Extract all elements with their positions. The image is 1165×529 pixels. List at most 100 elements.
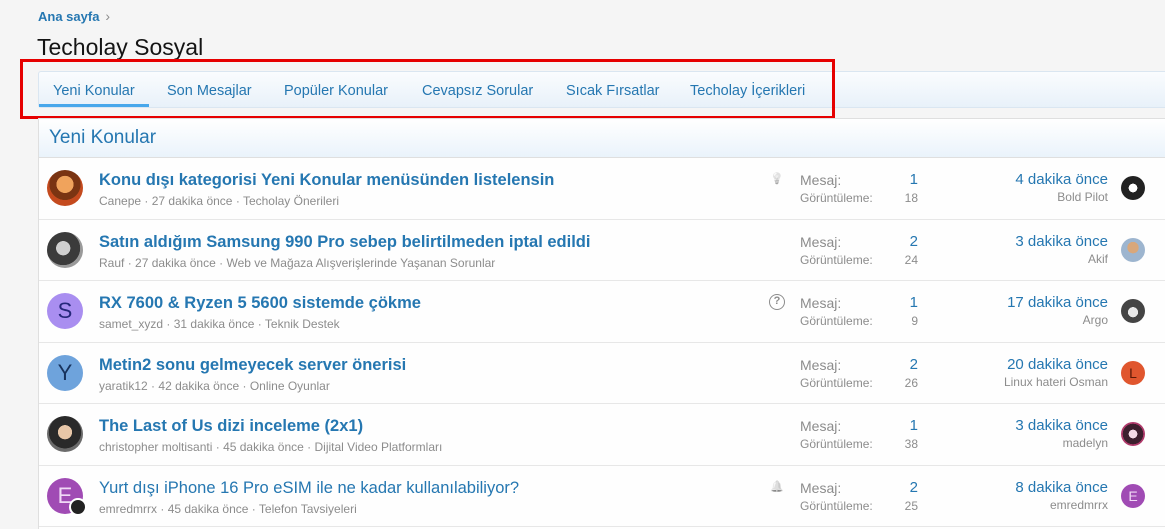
last-post-time-link[interactable]: 17 dakika önce [1007, 294, 1108, 311]
thread-start-time[interactable]: 42 dakika önce [158, 379, 239, 393]
thread-row[interactable]: Y Metin2 sonu gelmeyecek server önerisi … [39, 343, 1165, 404]
author-avatar[interactable] [47, 416, 83, 452]
last-poster-avatar[interactable]: E [1121, 483, 1145, 508]
thread-start-time[interactable]: 45 dakika önce [223, 440, 304, 454]
last-poster-link[interactable]: Akif [1088, 252, 1108, 266]
thread-title-link[interactable]: Yurt dışı iPhone 16 Pro eSIM ile ne kada… [99, 479, 519, 498]
thread-meta: emredmrrx · 45 dakika önce · Telefon Tav… [99, 502, 357, 516]
views-label: Görüntüleme: [800, 191, 873, 205]
replies-count: 1 [909, 294, 918, 311]
meta-separator: · [242, 378, 250, 393]
replies-count: 1 [909, 171, 918, 188]
meta-separator: · [127, 255, 136, 270]
replies-label: Mesaj: [800, 479, 842, 496]
thread-meta: Rauf · 27 dakika önce · Web ve Mağaza Al… [99, 256, 495, 270]
thread-meta: christopher moltisanti · 45 dakika önce … [99, 440, 442, 454]
replies-label: Mesaj: [800, 356, 842, 373]
thread-forum-link[interactable]: Online Oyunlar [250, 379, 330, 393]
thread-title-link[interactable]: Konu dışı kategorisi Yeni Konular menüsü… [99, 171, 554, 190]
last-poster-avatar[interactable] [1121, 299, 1145, 323]
meta-separator: · [251, 501, 259, 516]
thread-author-link[interactable]: emredmrrx [99, 502, 157, 516]
thread-row[interactable]: Konu dışı kategorisi Yeni Konular menüsü… [39, 158, 1165, 220]
last-poster-avatar[interactable] [1121, 176, 1145, 200]
last-poster-link[interactable]: Bold Pilot [1057, 190, 1108, 204]
thread-meta: Canepe · 27 dakika önce · Techolay Öneri… [99, 194, 339, 208]
thread-author-link[interactable]: yaratik12 [99, 379, 148, 393]
last-post-time-link[interactable]: 4 dakika önce [1015, 171, 1108, 188]
avatar-letter: L [1129, 364, 1137, 381]
views-label: Görüntüleme: [800, 498, 873, 513]
thread-start-time[interactable]: 45 dakika önce [168, 502, 249, 516]
meta-separator: · [166, 317, 174, 331]
thread-author-link[interactable]: Rauf [99, 256, 124, 270]
thread-title-link[interactable]: RX 7600 & Ryzen 5 5600 sistemde çökme [99, 294, 421, 313]
replies-count: 1 [909, 417, 918, 434]
replies-label: Mesaj: [800, 233, 842, 250]
avatar-letter: E [1128, 487, 1138, 504]
last-poster-avatar[interactable] [1121, 237, 1145, 262]
replies-label: Mesaj: [800, 418, 842, 434]
thread-row[interactable]: The Last of Us dizi inceleme (2x1) chris… [39, 404, 1165, 466]
meta-separator: · [144, 194, 152, 208]
views-count: 18 [904, 191, 918, 205]
chevron-right-icon: › [105, 8, 111, 24]
replies-count: 2 [909, 232, 918, 250]
thread-author-link[interactable]: Canepe [99, 194, 141, 208]
thread-title-link[interactable]: Satın aldığım Samsung 990 Pro sebep beli… [99, 233, 590, 252]
breadcrumb-home-link[interactable]: Ana sayfa [38, 9, 99, 24]
page-title: Techolay Sosyal [37, 34, 204, 60]
replies-count: 2 [909, 478, 918, 496]
thread-forum-link[interactable]: Teknik Destek [265, 317, 340, 331]
thread-forum-link[interactable]: Telefon Tavsiyeleri [259, 502, 357, 516]
author-avatar[interactable]: Y [47, 354, 83, 391]
views-count: 24 [904, 252, 918, 267]
thread-title-link[interactable]: The Last of Us dizi inceleme (2x1) [99, 417, 363, 436]
views-label: Görüntüleme: [800, 437, 873, 451]
meta-separator: · [215, 440, 224, 454]
thread-author-link[interactable]: samet_xyzd [99, 317, 163, 331]
author-avatar[interactable] [47, 170, 83, 206]
thread-list-block: Yeni Konular Konu dışı kategorisi Yeni K… [38, 118, 1165, 529]
breadcrumb: Ana sayfa › [38, 8, 110, 24]
meta-separator: · [257, 317, 265, 331]
last-post-time-link[interactable]: 20 dakika önce [1007, 356, 1108, 373]
question-icon: ? [769, 294, 785, 310]
replies-label: Mesaj: [800, 172, 842, 188]
lightbulb-icon: 💡 [770, 173, 784, 185]
replies-count: 2 [909, 355, 918, 373]
views-count: 26 [904, 375, 918, 390]
thread-start-time[interactable]: 27 dakika önce [135, 256, 216, 270]
last-poster-avatar[interactable] [1121, 422, 1145, 446]
avatar-letter: Y [57, 359, 73, 385]
thread-row[interactable]: S RX 7600 & Ryzen 5 5600 sistemde çökme … [39, 281, 1165, 343]
author-avatar[interactable]: S [47, 293, 83, 329]
thread-row[interactable]: E Yurt dışı iPhone 16 Pro eSIM ile ne ka… [39, 466, 1165, 527]
views-count: 25 [904, 498, 918, 513]
last-poster-avatar[interactable]: L [1121, 360, 1145, 385]
thread-meta: samet_xyzd · 31 dakika önce · Teknik Des… [99, 317, 340, 331]
thread-title-link[interactable]: Metin2 sonu gelmeyecek server önerisi [99, 356, 406, 375]
last-poster-link[interactable]: emredmrrx [1050, 498, 1108, 512]
last-poster-link[interactable]: Argo [1083, 313, 1108, 327]
thread-start-time[interactable]: 27 dakika önce [152, 194, 233, 208]
avatar-letter: S [57, 298, 73, 323]
thread-start-time[interactable]: 31 dakika önce [174, 317, 255, 331]
last-post-time-link[interactable]: 8 dakika önce [1015, 479, 1108, 496]
thread-forum-link[interactable]: Dijital Video Platformları [315, 440, 443, 454]
thread-forum-link[interactable]: Web ve Mağaza Alışverişlerinde Yaşanan S… [226, 256, 495, 270]
block-heading: Yeni Konular [39, 119, 1165, 158]
thread-row[interactable]: Satın aldığım Samsung 990 Pro sebep beli… [39, 220, 1165, 281]
last-post-time-link[interactable]: 3 dakika önce [1015, 233, 1108, 250]
thread-author-link[interactable]: christopher moltisanti [99, 440, 212, 454]
thread-forum-link[interactable]: Techolay Önerileri [243, 194, 339, 208]
views-label: Görüntüleme: [800, 375, 873, 390]
highlight-box [20, 59, 835, 119]
last-poster-link[interactable]: madelyn [1063, 436, 1108, 450]
views-label: Görüntüleme: [800, 252, 873, 267]
last-poster-link[interactable]: Linux hateri Osman [1004, 375, 1108, 389]
thread-list: Konu dışı kategorisi Yeni Konular menüsü… [39, 158, 1165, 527]
views-count: 38 [904, 437, 918, 451]
author-avatar[interactable] [47, 231, 83, 268]
last-post-time-link[interactable]: 3 dakika önce [1015, 417, 1108, 434]
